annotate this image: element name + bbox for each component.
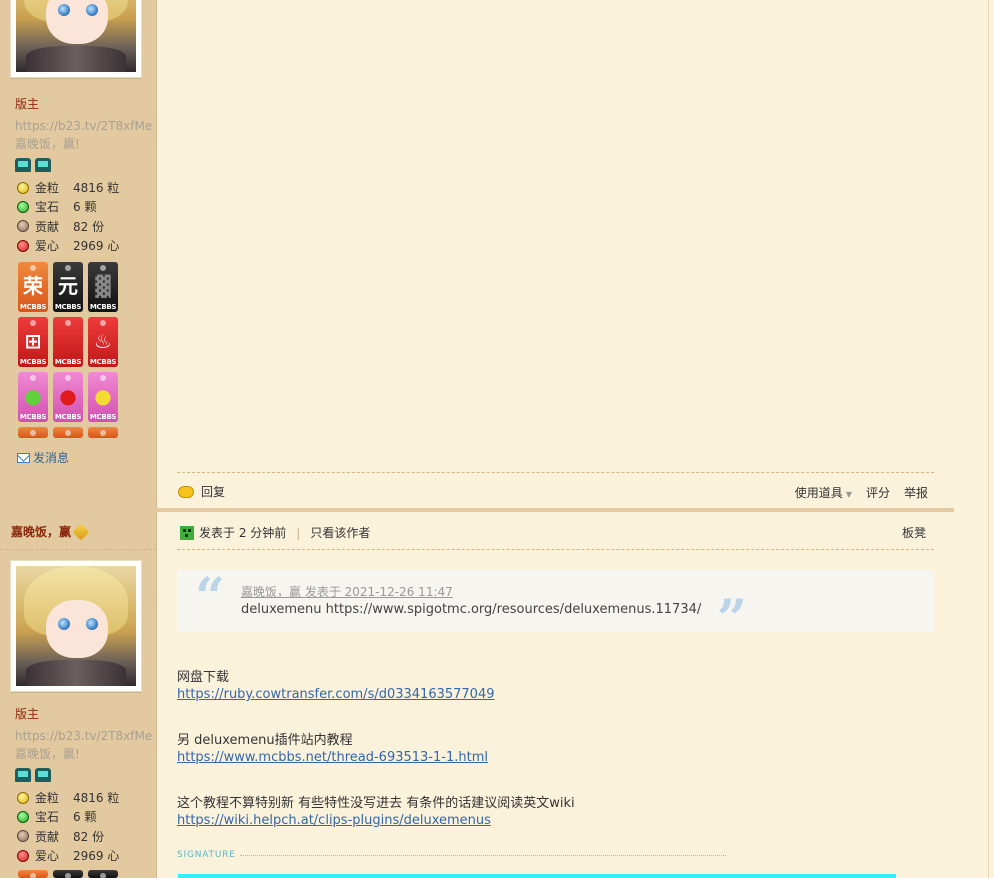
diamond-helmet-icon	[15, 158, 31, 172]
avatar[interactable]	[16, 566, 136, 686]
medal-green-apple[interactable]: ● MCBBS	[18, 372, 48, 422]
post2-author-sidebar: 版主 https://b23.tv/2T8xfMe 嘉晚饭，赢! 金粒 4816…	[0, 512, 157, 878]
tutorial-link[interactable]: https://www.mcbbs.net/thread-693513-1-1.…	[177, 750, 488, 765]
avatar[interactable]	[16, 0, 136, 72]
chevron-down-icon: ▼	[845, 490, 852, 499]
diamond-helmet-icon	[35, 768, 51, 782]
emerald-icon	[17, 200, 29, 213]
post-line-2: 另 deluxemenu插件站内教程	[177, 733, 353, 748]
contribution-icon	[17, 220, 29, 233]
medal-golden-apple[interactable]: ● MCBBS	[88, 372, 118, 422]
medal-gravel[interactable]	[88, 870, 118, 878]
medal-honor[interactable]	[18, 870, 48, 878]
post1-avatar-frame[interactable]	[10, 0, 142, 78]
medal-apple[interactable]: MCBBS	[53, 317, 83, 367]
post-meta: 发表于 2 分钟前 | 只看该作者	[180, 524, 370, 541]
medal-grid	[18, 870, 118, 878]
wiki-link[interactable]: https://wiki.helpch.at/clips-plugins/del…	[177, 813, 491, 828]
post-line-1: 网盘下载	[177, 670, 230, 685]
medal-gravel[interactable]: ▓ MCBBS	[88, 262, 118, 312]
post1-author-sidebar: 版主 https://b23.tv/2T8xfMe 嘉晚饭，赢! 金粒 4816…	[0, 0, 157, 508]
medal-java[interactable]: ♨ MCBBS	[88, 317, 118, 367]
reply-button[interactable]: 回复	[178, 483, 225, 500]
send-message-link[interactable]: 发消息	[17, 449, 69, 466]
medal-honor[interactable]: 荣 MCBBS	[18, 262, 48, 312]
contribution-icon	[17, 830, 29, 843]
emerald-icon	[17, 810, 29, 823]
level-icons	[15, 158, 51, 172]
quote-text: deluxemenu https://www.spigotmc.org/reso…	[241, 602, 702, 617]
medal-grid: 荣 MCBBS 元 MCBBS ▓ MCBBS ⊞ MCBBS MCBBS ♨ MCBBS…	[18, 262, 118, 438]
mail-icon	[17, 452, 30, 463]
only-author-link[interactable]: 只看该作者	[310, 524, 370, 541]
post-line-3: 这个教程不算特别新 有些特性没写进去 有条件的话建议阅读英文wiki	[177, 796, 575, 811]
user-stats: 金粒 4816 粒 宝石 6 颗 贡献 82 份 爱心 2969 心	[17, 178, 119, 255]
level-icons	[15, 768, 51, 782]
apple-heart-icon	[17, 849, 29, 862]
post-time: 发表于 2 分钟前	[199, 526, 287, 540]
signature-label: SIGNATURE	[177, 850, 726, 860]
medal-yuan[interactable]: 元 MCBBS	[53, 262, 83, 312]
creeper-icon	[180, 525, 194, 540]
custom-title-line1: https://b23.tv/2T8xfMe	[15, 119, 153, 133]
medal-red-apple[interactable]: ● MCBBS	[53, 372, 83, 422]
apple-heart-icon	[17, 239, 29, 252]
stat-gold: 金粒 4816 粒	[17, 178, 119, 197]
medal-partial[interactable]	[88, 427, 118, 438]
user-custom-title: https://b23.tv/2T8xfMe 嘉晚饭，赢!	[15, 729, 153, 761]
post2-avatar-frame[interactable]	[10, 560, 142, 692]
rate-button[interactable]: 评分	[866, 484, 890, 501]
quote-block: “ 嘉晚饭，赢 发表于 2021-12-26 11:47 deluxemenu …	[177, 567, 934, 646]
user-stats: 金粒 4816 粒 宝石 6 颗 贡献 82 份 爱心 2969 心	[17, 788, 119, 865]
stat-gem: 宝石 6 颗	[17, 197, 119, 216]
stat-heart: 爱心 2969 心	[17, 236, 119, 255]
medal-partial[interactable]	[53, 427, 83, 438]
diamond-helmet-icon	[15, 768, 31, 782]
gold-nugget-icon	[17, 181, 29, 194]
gold-nugget-icon	[17, 791, 29, 804]
reply-bubble-icon	[178, 485, 194, 498]
user-rank: 版主	[15, 707, 40, 721]
post-header-divider	[177, 549, 934, 550]
stat-contribution: 贡献 82 份	[17, 217, 119, 236]
use-tool-menu[interactable]: 使用道具 ▼	[795, 484, 852, 501]
medal-windows[interactable]: ⊞ MCBBS	[18, 317, 48, 367]
download-link[interactable]: https://ruby.cowtransfer.com/s/d03341635…	[177, 687, 495, 702]
post-footer-divider	[177, 472, 934, 473]
report-button[interactable]: 举报	[904, 484, 928, 501]
medal-partial[interactable]	[18, 427, 48, 438]
user-rank: 版主	[15, 97, 40, 111]
diamond-helmet-icon	[35, 158, 51, 172]
quote-open-icon: “	[195, 567, 225, 628]
floor-number[interactable]: 板凳	[902, 524, 926, 541]
quote-source-link[interactable]: 嘉晚饭，赢 发表于 2021-12-26 11:47	[241, 583, 453, 600]
custom-title-line2: 嘉晚饭，赢!	[15, 137, 80, 151]
signature-banner	[178, 874, 896, 878]
medal-yuan[interactable]	[53, 870, 83, 878]
page-edge	[988, 0, 994, 878]
user-custom-title: https://b23.tv/2T8xfMe 嘉晚饭，赢!	[15, 117, 153, 153]
quote-close-icon: ”	[717, 589, 747, 650]
post-actions: 使用道具 ▼ 评分 举报	[795, 484, 928, 501]
